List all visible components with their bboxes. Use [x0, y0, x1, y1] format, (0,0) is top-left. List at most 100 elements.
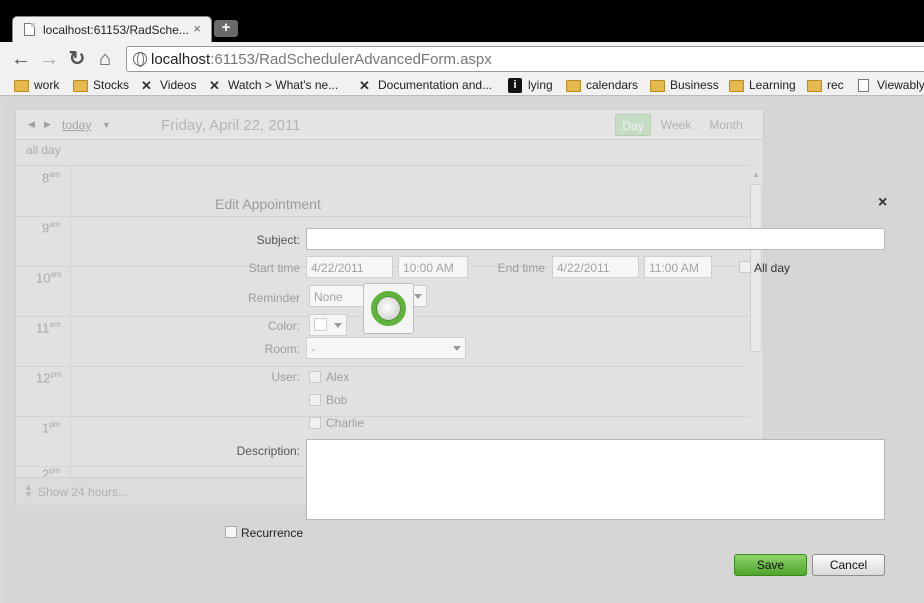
folder-icon	[729, 80, 744, 92]
bookmark-work[interactable]: work	[14, 78, 59, 92]
bookmark-business[interactable]: Business	[650, 78, 719, 92]
user-checkbox-bob[interactable]	[309, 394, 321, 406]
tab-month[interactable]: Month	[705, 114, 747, 136]
recurrence-checkbox[interactable]	[225, 526, 237, 538]
folder-icon	[14, 80, 29, 92]
address-bar[interactable]: localhost:61153/RadSchedulerAdvancedForm…	[126, 46, 924, 72]
folder-icon	[566, 80, 581, 92]
folder-icon	[807, 80, 822, 92]
hour-label: 12pm	[36, 370, 62, 386]
room-value: -	[311, 342, 315, 356]
bookmark-calendars[interactable]: calendars	[566, 78, 638, 92]
start-time-input[interactable]: 10:00 AM	[398, 256, 468, 278]
back-arrow-icon[interactable]: ←	[10, 49, 32, 69]
tab-week[interactable]: Week	[657, 114, 695, 136]
reminder-value: None	[314, 290, 343, 304]
chevron-down-icon	[414, 294, 422, 299]
browser-toolbar: ← → ↻ ⌂ localhost:61153/RadSchedulerAdva…	[0, 42, 924, 76]
color-label: Color:	[267, 319, 300, 333]
description-label: Description:	[236, 444, 300, 458]
end-date-input[interactable]: 4/22/2011	[552, 256, 639, 278]
start-time-label: Start time	[248, 261, 300, 275]
user-label-charlie: Charlie	[326, 416, 365, 430]
save-button[interactable]: Save	[734, 554, 807, 576]
tab-title: localhost:61153/RadSche...	[43, 23, 189, 37]
tab-close-icon[interactable]: ×	[193, 21, 201, 36]
info-icon: i	[508, 78, 522, 93]
show-24-hours-link[interactable]: Show 24 hours...	[38, 485, 128, 499]
bookmark-stocks[interactable]: Stocks	[73, 78, 129, 92]
user-label-alex: Alex	[326, 370, 350, 384]
time-gutter: 8am 9am 10am 11am 12pm 1pm 2pm	[16, 166, 71, 481]
hour-divider	[16, 366, 749, 367]
color-swatch	[314, 318, 327, 331]
bookmark-watch[interactable]: ✕ Watch > What's ne...	[208, 78, 338, 93]
chevron-down-icon	[334, 323, 342, 328]
chevron-down-icon[interactable]: ▼	[102, 120, 111, 130]
chevron-down-icon	[453, 346, 461, 351]
end-time-input[interactable]: 11:00 AM	[644, 256, 712, 278]
next-arrow-icon[interactable]: ▶	[44, 119, 51, 130]
close-icon[interactable]: ×	[878, 194, 887, 212]
hour-label: 8am	[42, 170, 61, 186]
all-day-checkbox[interactable]	[739, 261, 751, 273]
scheduler-scrollbar[interactable]: ▲	[749, 166, 763, 477]
recurrence-label: Recurrence	[241, 526, 304, 540]
description-textarea[interactable]	[306, 439, 885, 520]
scheduler-date: Friday, April 22, 2011	[161, 117, 301, 134]
bookmark-rec[interactable]: rec	[807, 78, 844, 92]
today-link[interactable]: today	[62, 118, 91, 132]
hour-divider	[16, 416, 749, 417]
form-title: Edit Appointment	[215, 196, 321, 212]
subject-input[interactable]	[306, 228, 885, 250]
bookmark-videos[interactable]: ✕ Videos	[140, 78, 196, 93]
cancel-button[interactable]: Cancel	[812, 554, 885, 576]
color-picker[interactable]	[309, 314, 347, 336]
bookmark-documentation[interactable]: ✕ Documentation and...	[358, 78, 492, 93]
user-checkbox-charlie[interactable]	[309, 417, 321, 429]
forward-arrow-icon[interactable]: →	[38, 49, 60, 69]
bookmark-learning[interactable]: Learning	[729, 78, 796, 92]
reload-icon[interactable]: ↻	[66, 49, 88, 69]
scheduler-header: ◀ ▶ today ▼ Friday, April 22, 2011 Day W…	[16, 110, 763, 140]
hour-label: 9am	[42, 220, 61, 236]
page-content: ◀ ▶ today ▼ Friday, April 22, 2011 Day W…	[6, 97, 924, 603]
bookmark-viewably[interactable]: Viewably	[857, 78, 924, 92]
expand-icon: ▲ ▼	[24, 482, 33, 499]
hour-label: 1pm	[42, 420, 61, 436]
x-icon: ✕	[359, 78, 370, 93]
end-time-label: End time	[497, 261, 545, 275]
hour-label: 10am	[36, 270, 62, 286]
new-tab-button[interactable]: +	[214, 20, 238, 37]
folder-icon	[73, 80, 88, 92]
subject-label: Subject:	[256, 233, 300, 247]
bookmarks-bar: work Stocks ✕ Videos ✕ Watch > What's ne..…	[0, 76, 924, 96]
x-icon: ✕	[209, 78, 220, 93]
page-favicon-icon	[24, 23, 35, 36]
user-label: User:	[271, 370, 300, 384]
start-date-input[interactable]: 4/22/2011	[306, 256, 393, 278]
bookmark-lying[interactable]: i lying	[508, 78, 553, 93]
globe-icon	[133, 52, 147, 67]
browser-tab[interactable]: localhost:61153/RadSche... ×	[12, 16, 212, 42]
all-day-label: all day	[26, 143, 61, 157]
x-icon: ✕	[141, 78, 152, 93]
prev-arrow-icon[interactable]: ◀	[28, 119, 35, 130]
room-dropdown[interactable]: -	[306, 337, 466, 359]
all-day-row: all day	[16, 140, 749, 166]
user-checkbox-alex[interactable]	[309, 371, 321, 383]
room-label: Room:	[264, 342, 300, 356]
hour-divider	[16, 216, 749, 217]
all-day-label: All day	[754, 261, 791, 275]
loading-spinner-icon	[371, 291, 406, 326]
folder-icon	[650, 80, 665, 92]
hour-label: 11am	[36, 320, 61, 336]
home-icon[interactable]: ⌂	[94, 49, 116, 69]
page-icon	[858, 79, 869, 92]
reminder-label: Reminder	[247, 291, 300, 305]
scroll-up-icon[interactable]: ▲	[752, 170, 760, 179]
url-text: localhost:61153/RadSchedulerAdvancedForm…	[151, 51, 492, 68]
loading-spinner	[363, 283, 414, 334]
tab-day[interactable]: Day	[615, 114, 651, 136]
user-label-bob: Bob	[326, 393, 348, 407]
